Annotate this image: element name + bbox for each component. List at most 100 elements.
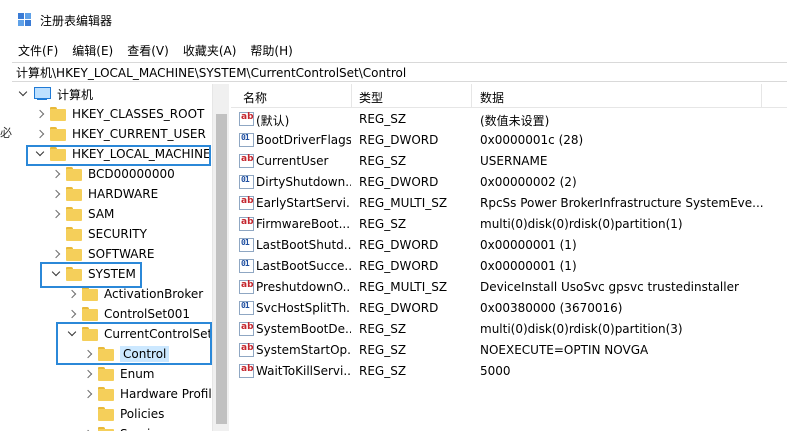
clipped-text: 必 (0, 126, 13, 140)
menu-edit[interactable]: 编辑(E) (72, 42, 113, 59)
value-row[interactable]: SvcHostSplitTh... REG_DWORD 0x00380000 (36… (231, 298, 787, 319)
window-title: 注册表编辑器 (40, 13, 113, 28)
chevron-down-icon[interactable] (66, 328, 78, 340)
value-row[interactable]: FirmwareBoot... REG_SZ multi(0)disk(0)rdis… (231, 214, 787, 235)
column-separator[interactable] (351, 84, 352, 108)
string-value-icon (239, 280, 254, 294)
tree-node[interactable]: BCD00000000 (50, 164, 175, 184)
value-data: RpcSs Power BrokerInfrastructure SystemE… (480, 196, 764, 210)
string-value-icon (239, 112, 254, 126)
tree-node[interactable]: SAM (50, 204, 114, 224)
tree-node[interactable]: CurrentControlSet (66, 324, 212, 344)
tree-node[interactable]: Enum (82, 364, 154, 384)
value-data: 0x0000001c (28) (480, 133, 584, 147)
string-value-icon (239, 154, 254, 168)
folder-icon (98, 387, 114, 401)
tree-node[interactable]: 计算机 (17, 84, 93, 104)
value-row[interactable]: DirtyShutdown... REG_DWORD 0x00000002 (2) (231, 172, 787, 193)
tree-node-label: SAM (88, 207, 115, 221)
tree-node[interactable]: HARDWARE (50, 184, 158, 204)
value-row[interactable]: WaitToKillServi... REG_SZ 5000 (231, 361, 787, 382)
tree-node-label: Control (120, 346, 170, 362)
value-row[interactable]: BootDriverFlags REG_DWORD 0x0000001c (28) (231, 130, 787, 151)
folder-icon (50, 127, 66, 141)
value-name: LastBootShutd... (256, 238, 351, 252)
value-type: REG_SZ (359, 154, 407, 168)
value-type: REG_SZ (359, 217, 407, 231)
tree-node[interactable]: SECURITY (50, 224, 147, 244)
chevron-right-icon[interactable] (50, 208, 62, 220)
tree-node-label: BCD00000000 (88, 167, 175, 181)
list-header: 名称 类型 数据 (231, 84, 787, 108)
chevron-right-icon[interactable] (82, 388, 94, 400)
tree-node[interactable]: HKEY_CURRENT_USER (34, 124, 206, 144)
value-type: REG_MULTI_SZ (359, 196, 448, 210)
chevron-down-icon[interactable] (17, 88, 29, 100)
tree-node[interactable]: Control (82, 344, 170, 364)
column-name[interactable]: 名称 (243, 89, 267, 106)
value-name: SystemBootDe... (256, 322, 351, 336)
value-data: DeviceInstall UsoSvc gpsvc trustedinstal… (480, 280, 739, 294)
chevron-right-icon[interactable] (34, 128, 46, 140)
value-row[interactable]: SystemStartOp... REG_SZ NOEXECUTE=OPTIN N… (231, 340, 787, 361)
folder-icon (98, 367, 114, 381)
column-data[interactable]: 数据 (480, 89, 504, 106)
menu-file[interactable]: 文件(F) (18, 42, 58, 59)
tree-node[interactable]: SOFTWARE (50, 244, 154, 264)
value-name: BootDriverFlags (256, 133, 351, 147)
tree-node[interactable]: HKEY_CLASSES_ROOT (34, 104, 204, 124)
string-value-icon (239, 196, 254, 210)
value-row[interactable]: CurrentUser REG_SZ USERNAME (231, 151, 787, 172)
tree-node[interactable]: Servi (82, 424, 150, 431)
tree-node[interactable]: Hardware Profil (82, 384, 212, 404)
chevron-down-icon[interactable] (34, 148, 46, 160)
chevron-right-icon[interactable] (66, 288, 78, 300)
chevron-right-icon[interactable] (66, 308, 78, 320)
chevron-right-icon[interactable] (50, 188, 62, 200)
tree-node-label: Policies (120, 407, 165, 421)
tree-node-label: CurrentControlSet (104, 327, 212, 341)
tree-node-label: ControlSet001 (104, 307, 190, 321)
chevron-right-icon[interactable] (50, 248, 62, 260)
value-row[interactable]: LastBootShutd... REG_DWORD 0x00000001 (1) (231, 235, 787, 256)
chevron-right-icon[interactable] (82, 368, 94, 380)
folder-icon (82, 307, 98, 321)
menu-help[interactable]: 帮助(H) (250, 42, 292, 59)
folder-icon (66, 207, 82, 221)
folder-icon (82, 287, 98, 301)
value-row[interactable]: PreshutdownO... REG_MULTI_SZ DeviceInstall… (231, 277, 787, 298)
address-bar[interactable]: 计算机\HKEY_LOCAL_MACHINE\SYSTEM\CurrentCon… (12, 62, 787, 82)
string-value-icon (239, 343, 254, 357)
value-row[interactable]: SystemBootDe... REG_SZ multi(0)disk(0)rdis… (231, 319, 787, 340)
tree-node[interactable]: Policies (82, 404, 164, 424)
tree-node[interactable]: ActivationBroker (66, 284, 203, 304)
menu-bar: 文件(F) 编辑(E) 查看(V) 收藏夹(A) 帮助(H) (0, 40, 787, 60)
title-bar: 注册表编辑器 (0, 0, 787, 40)
menu-view[interactable]: 查看(V) (127, 42, 169, 59)
folder-icon (98, 407, 114, 421)
column-separator[interactable] (471, 84, 472, 108)
folder-icon (66, 167, 82, 181)
chevron-right-icon[interactable] (82, 348, 94, 360)
tree-node[interactable]: ControlSet001 (66, 304, 190, 324)
value-row[interactable]: (默认) REG_SZ (数值未设置) (231, 109, 787, 130)
tree-scrollbar[interactable] (212, 84, 229, 431)
tree-scrollbar-thumb[interactable] (216, 114, 227, 424)
column-separator[interactable] (761, 84, 762, 108)
chevron-down-icon[interactable] (50, 268, 62, 280)
regedit-icon (18, 13, 32, 27)
column-type[interactable]: 类型 (359, 89, 383, 106)
tree-node[interactable]: HKEY_LOCAL_MACHINE (34, 144, 211, 164)
value-name: CurrentUser (256, 154, 329, 168)
value-row[interactable]: EarlyStartServi... REG_MULTI_SZ RpcSs Powe… (231, 193, 787, 214)
tree-node-label: SOFTWARE (88, 247, 155, 261)
tree-node-label: HARDWARE (88, 187, 159, 201)
chevron-right-icon[interactable] (50, 168, 62, 180)
binary-value-icon (239, 238, 254, 252)
chevron-right-icon[interactable] (34, 108, 46, 120)
folder-icon (66, 227, 82, 241)
value-row[interactable]: LastBootSucce... REG_DWORD 0x00000001 (1) (231, 256, 787, 277)
menu-favorites[interactable]: 收藏夹(A) (183, 42, 237, 59)
tree-node[interactable]: SYSTEM (50, 264, 136, 284)
folder-icon (98, 347, 114, 361)
